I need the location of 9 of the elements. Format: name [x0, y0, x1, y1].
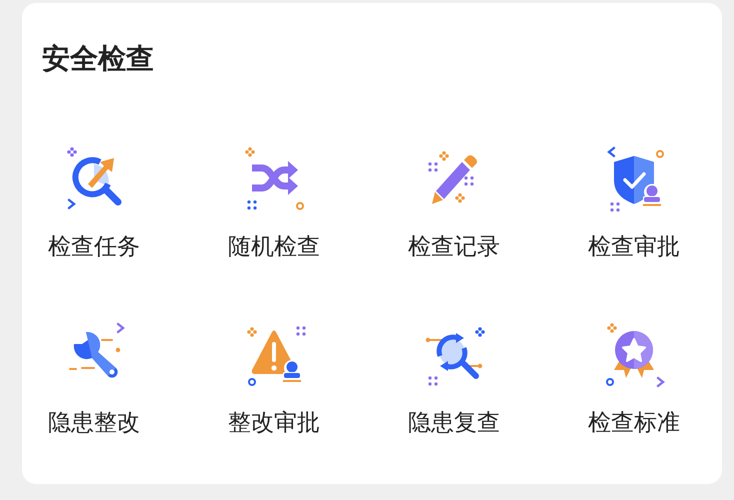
card-title: 安全检查: [42, 41, 154, 77]
menu-item-label[interactable]: 检查任务: [48, 232, 140, 262]
menu-item-label[interactable]: 检查审批: [588, 232, 680, 262]
menu-item-label[interactable]: 隐患整改: [48, 408, 140, 438]
menu-item-label[interactable]: 检查标准: [588, 408, 680, 438]
menu-item-label[interactable]: 检查记录: [408, 232, 500, 262]
menu-item-label[interactable]: 隐患复查: [408, 408, 500, 438]
menu-item-label[interactable]: 整改审批: [228, 408, 320, 438]
menu-item-label[interactable]: 随机检查: [228, 232, 320, 262]
